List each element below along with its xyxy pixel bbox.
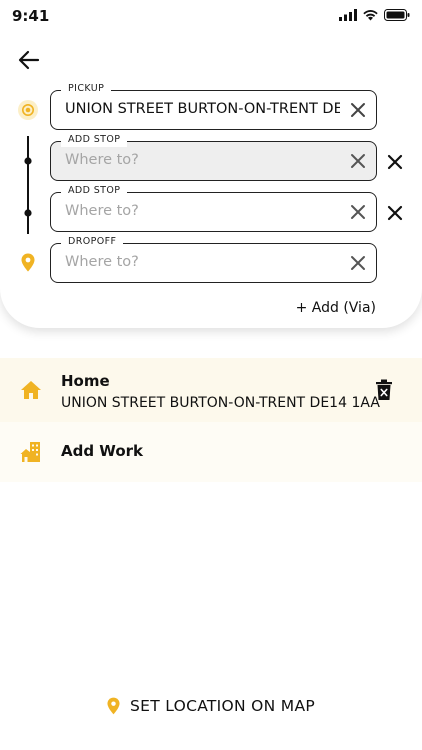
- stop-2-field[interactable]: ADD STOP Where to?: [50, 184, 377, 232]
- work-title: Add Work: [61, 442, 143, 460]
- stop-2-label: ADD STOP: [61, 184, 128, 198]
- back-arrow-icon[interactable]: [16, 47, 42, 73]
- remove-stop-1-icon[interactable]: [386, 153, 404, 171]
- clear-stop-2-icon[interactable]: [349, 203, 367, 221]
- route-line: [24, 136, 32, 234]
- status-icons: [339, 9, 410, 21]
- saved-places-list: Home UNION STREET BURTON-ON-TRENT DE14 1…: [0, 358, 422, 482]
- home-icon: [21, 381, 41, 399]
- set-location-label: SET LOCATION ON MAP: [129, 697, 316, 715]
- home-title: Home: [61, 372, 110, 390]
- office-building-icon: [20, 442, 40, 462]
- cellular-signal-icon: [339, 9, 357, 21]
- remove-stop-2-icon[interactable]: [386, 204, 404, 222]
- saved-place-home[interactable]: Home UNION STREET BURTON-ON-TRENT DE14 1…: [0, 358, 422, 422]
- clear-dropoff-icon[interactable]: [349, 254, 367, 272]
- map-pin-icon: [107, 697, 120, 715]
- dropoff-field[interactable]: DROPOFF Where to?: [50, 235, 377, 283]
- route-card: 9:41 PICKUP UNION STREET BURTON-ON-TRENT…: [0, 0, 422, 328]
- wifi-icon: [363, 10, 378, 21]
- pickup-location-icon: [18, 100, 38, 120]
- add-via-button[interactable]: + Add (Via): [296, 300, 376, 316]
- delete-icon[interactable]: [375, 379, 393, 401]
- stop-2-placeholder: Where to?: [65, 203, 139, 219]
- clear-pickup-icon[interactable]: [349, 101, 367, 119]
- status-bar: 9:41: [0, 0, 422, 34]
- clear-stop-1-icon[interactable]: [349, 152, 367, 170]
- home-address: UNION STREET BURTON-ON-TRENT DE14 1AA: [61, 395, 380, 411]
- set-location-on-map-button[interactable]: SET LOCATION ON MAP: [0, 692, 422, 720]
- dropoff-placeholder: Where to?: [65, 254, 139, 270]
- stop-1-label: ADD STOP: [61, 133, 128, 147]
- stop-1-field[interactable]: ADD STOP Where to?: [50, 133, 377, 181]
- dropoff-label: DROPOFF: [61, 235, 124, 249]
- status-time: 9:41: [12, 7, 50, 25]
- stop-1-placeholder: Where to?: [65, 152, 139, 168]
- saved-place-work[interactable]: Add Work: [0, 422, 422, 482]
- pickup-value: UNION STREET BURTON-ON-TRENT DE14: [65, 101, 340, 117]
- pickup-field[interactable]: PICKUP UNION STREET BURTON-ON-TRENT DE14: [50, 82, 377, 130]
- battery-icon: [384, 9, 410, 21]
- dropoff-pin-icon: [21, 253, 35, 272]
- pickup-label: PICKUP: [61, 82, 112, 96]
